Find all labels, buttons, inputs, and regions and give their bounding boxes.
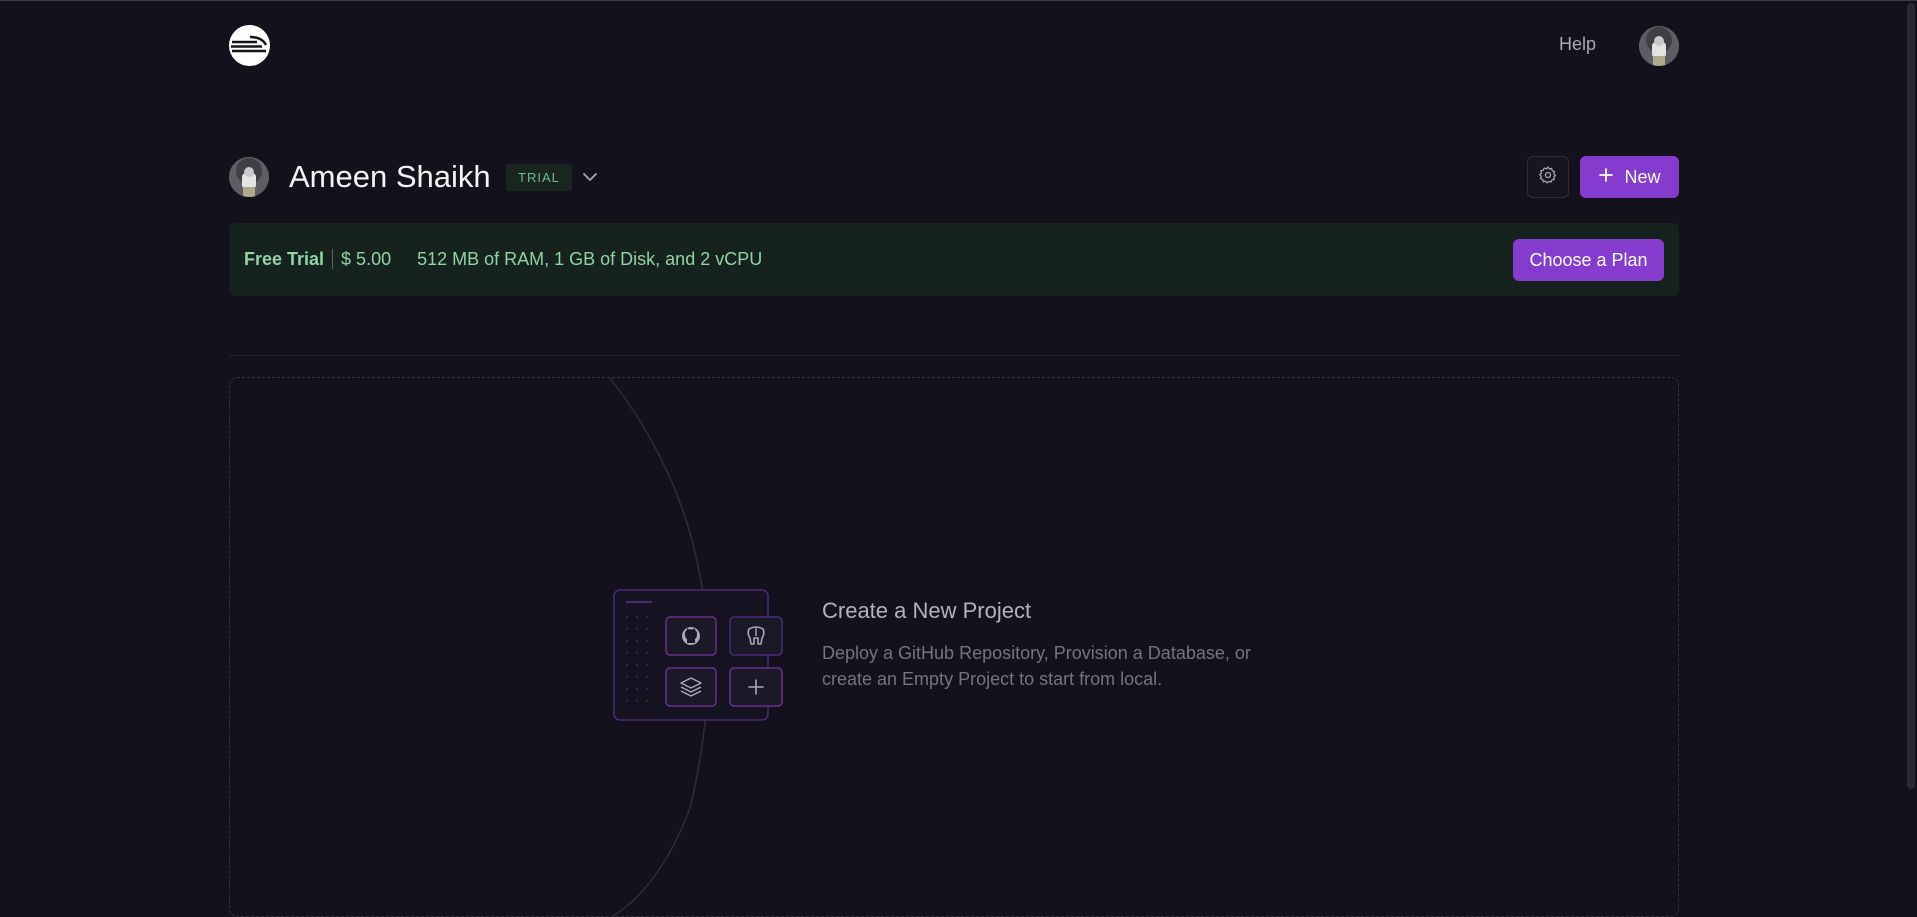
credit-amount: $ 5.00 [341,249,392,269]
user-avatar[interactable] [1639,26,1679,66]
plan-name: Free Trial [244,249,325,269]
help-link[interactable]: Help [1559,34,1596,55]
postgres-elephant-icon [729,616,783,656]
workspace-avatar [229,157,269,197]
create-project-card[interactable]: Create a New Project Deploy a GitHub Rep… [229,377,1679,917]
gear-icon [1538,165,1558,190]
trial-banner: Free Trial $ 5.00 512 MB of RAM, 1 GB of D… [229,223,1679,296]
trial-banner-text: Free Trial $ 5.00 512 MB of RAM, 1 GB of D… [244,249,762,270]
section-divider [229,355,1679,356]
layers-icon [665,667,717,707]
scrollbar-thumb[interactable] [1907,3,1915,789]
workspace-name: Ameen Shaikh [289,159,491,194]
railway-logo-icon[interactable] [229,25,270,66]
trial-badge: TRIAL [506,164,572,191]
empty-state-description: Deploy a GitHub Repository, Provision a … [822,643,1251,689]
chevron-down-icon[interactable] [581,168,599,186]
settings-button[interactable] [1527,156,1569,198]
plus-icon [729,667,783,707]
empty-state-title: Create a New Project [822,598,1032,623]
banner-separator [332,249,334,269]
scrollbar[interactable] [1905,1,1917,903]
page-container: Help Ameen Shaikh TRIAL New Free Trial $… [229,0,1679,917]
plus-icon [1598,167,1614,188]
github-icon [665,616,717,656]
project-illustration [613,589,784,721]
new-button-label: New [1624,166,1661,187]
plan-specs: 512 MB of RAM, 1 GB of Disk, and 2 vCPU [417,249,763,269]
new-button[interactable]: New [1580,156,1679,198]
choose-plan-button[interactable]: Choose a Plan [1513,239,1664,281]
